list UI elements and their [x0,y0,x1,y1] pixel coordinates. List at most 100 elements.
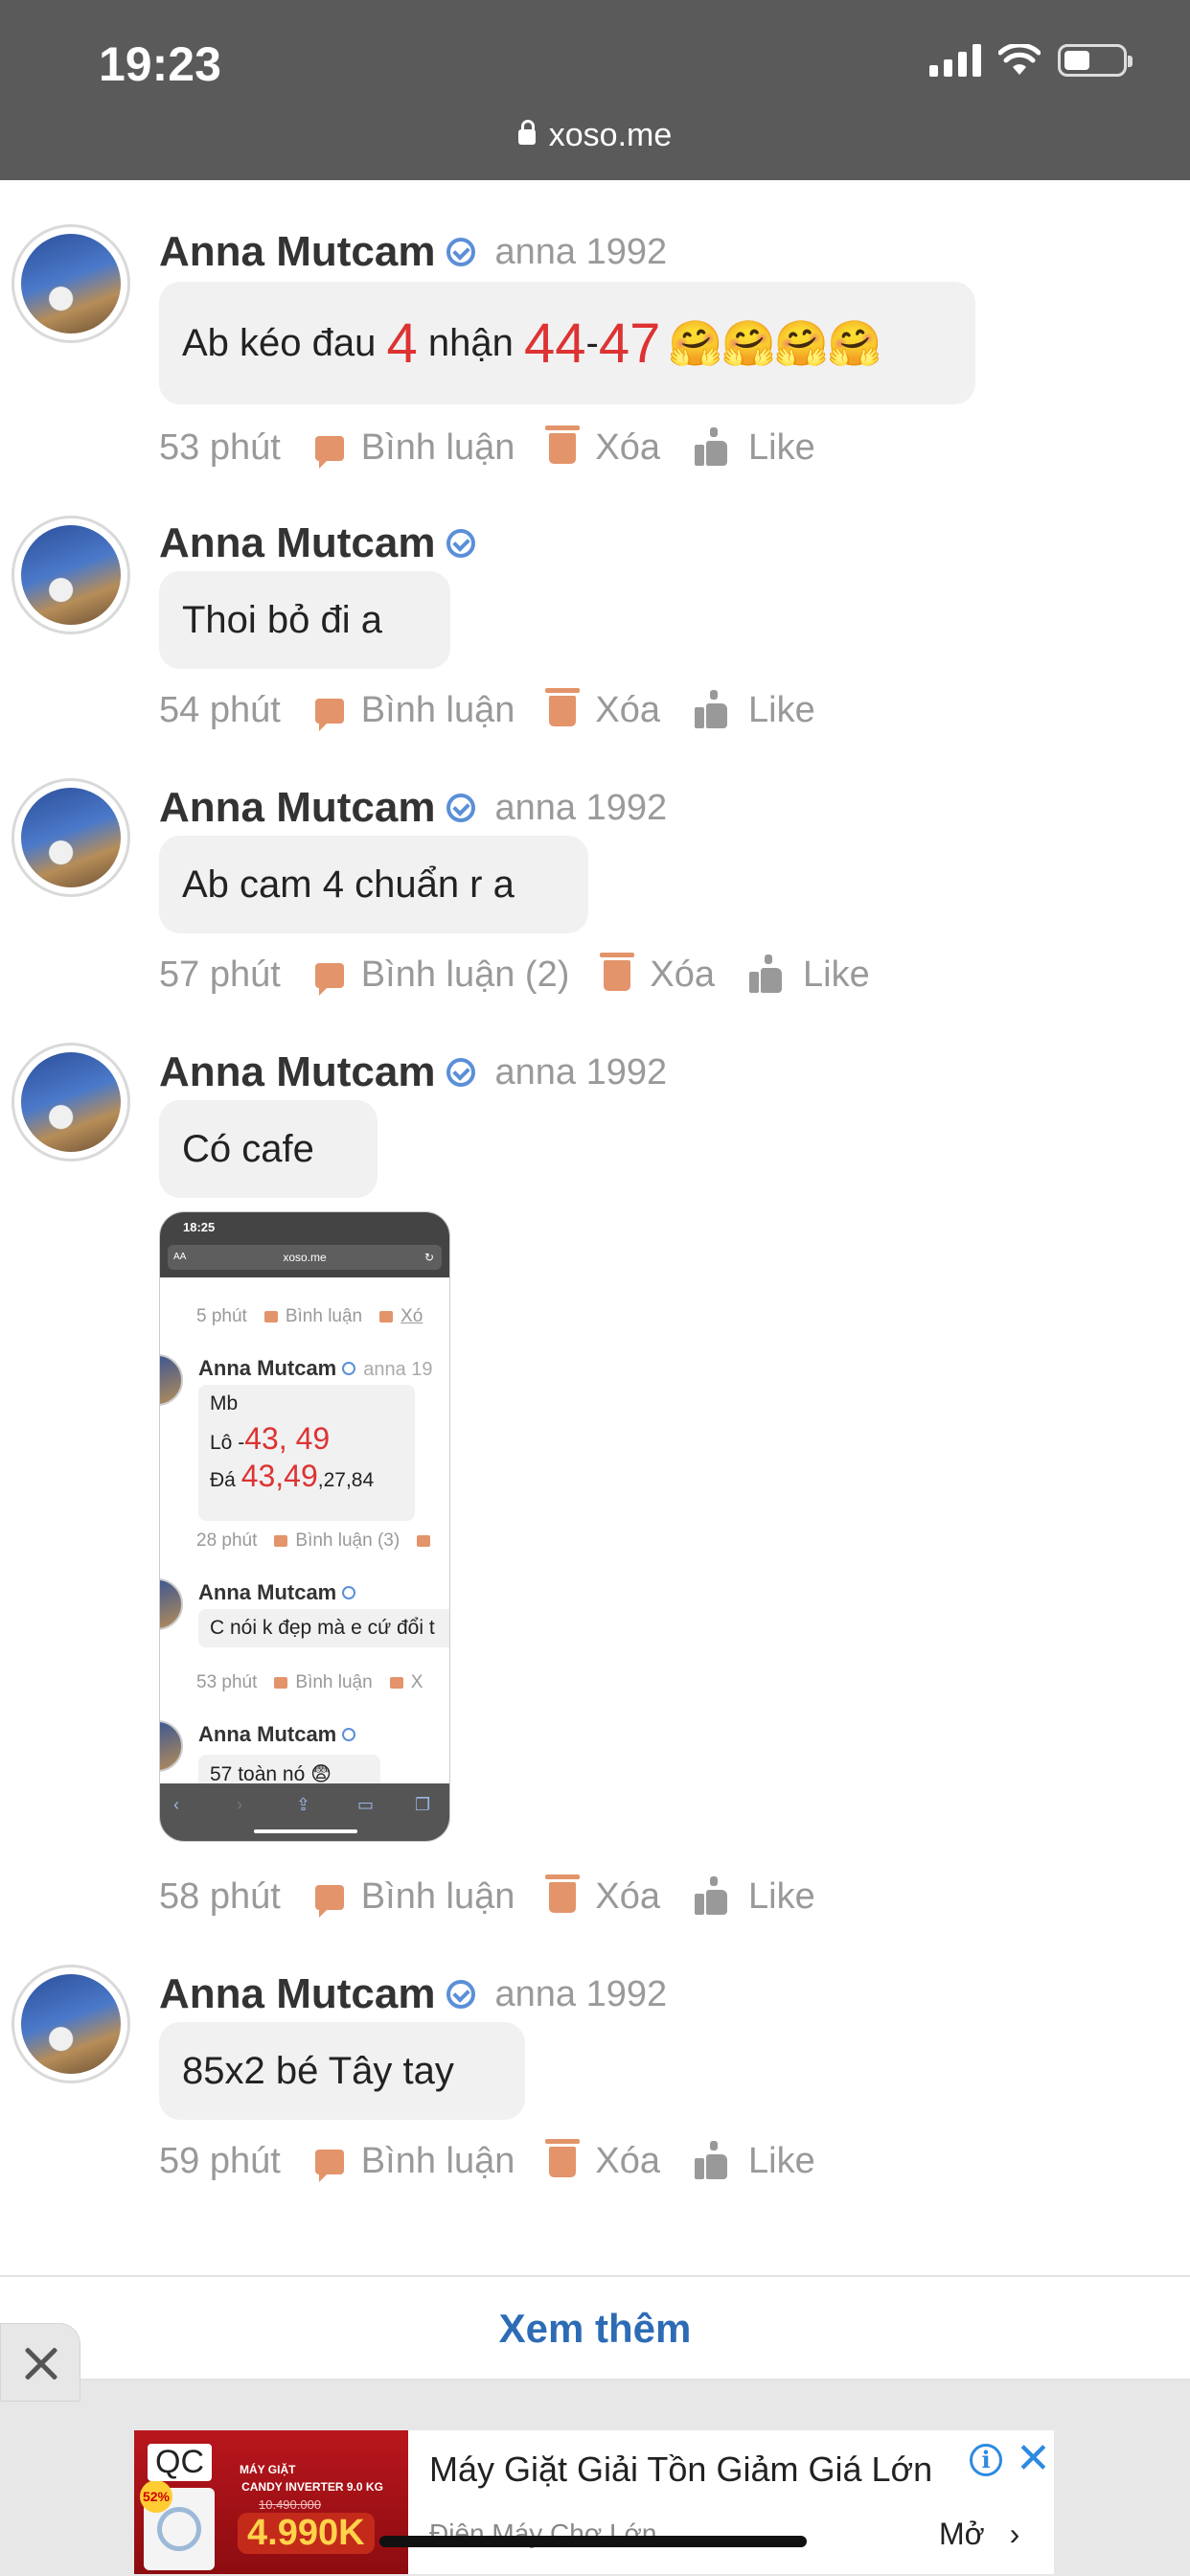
comment-text: Có cafe [182,1127,314,1170]
comment-icon [314,962,344,996]
like-button[interactable]: Like [695,2140,815,2182]
ad-close-icon[interactable]: ✕ [1016,2438,1051,2480]
trash-icon [545,425,581,464]
screenshot-delete-label: X [410,1672,423,1692]
delete-label: Xóa [650,954,715,995]
comment-bubble: Thoi bỏ đi a [159,571,450,669]
screenshot-text: ,27,84 [317,1469,375,1491]
author-name[interactable]: Anna Mutcam [159,1048,435,1096]
screenshot-actions: 5 phút Bình luận Xó [196,1306,423,1327]
like-button[interactable]: Like [695,1875,815,1918]
reply-button[interactable]: Bình luận (2) [314,954,570,996]
reply-label: Bình luận (2) [360,954,570,995]
comment-actions: 53 phút Bình luận Xóa Like [159,425,850,469]
delete-button[interactable]: Xóa [545,2138,660,2182]
reply-label: Bình luận [360,2141,515,2181]
cellular-signal-icon [929,44,981,77]
author-name[interactable]: Anna Mutcam [159,519,435,567]
avatar[interactable] [11,1043,130,1162]
ad-image-text: CANDY INVERTER 9.0 KG [241,2480,383,2494]
reply-button[interactable]: Bình luận [314,427,515,469]
screenshot-avatar [160,1720,183,1772]
verified-icon [446,794,476,822]
verified-icon [446,1058,476,1087]
share-icon: ⇪ [296,1795,311,1814]
verified-icon [446,1980,476,2009]
reply-button[interactable]: Bình luận [314,690,515,731]
ad-banner[interactable]: 52% QC MÁY GIẶT CANDY INVERTER 9.0 KG 10… [134,2430,1054,2574]
delete-button[interactable]: Xóa [600,952,715,996]
thumbs-up-icon [695,426,727,466]
like-button[interactable]: Like [695,426,815,469]
screenshot-avatar [160,1354,183,1406]
reply-button[interactable]: Bình luận [314,2141,515,2182]
trash-icon [545,2138,581,2177]
author-name[interactable]: Anna Mutcam [159,784,435,832]
load-more-button[interactable]: Xem thêm [0,2275,1190,2380]
like-button[interactable]: Like [749,954,870,996]
screenshot-author: Anna Mutcam anna 19 [198,1356,433,1380]
like-button[interactable]: Like [695,689,815,731]
lock-icon [517,120,536,145]
screenshot-author: Anna Mutcam [198,1722,356,1747]
comment-header: Anna Mutcam [159,519,476,567]
screenshot-timestamp: 28 phút [196,1530,258,1551]
highlight-number: 44 [523,311,586,375]
ad-info-icon[interactable]: i [970,2444,1002,2476]
ad-open-label: Mở [939,2517,985,2551]
delete-label: Xóa [595,427,660,468]
ad-old-price: 10.490.000 [259,2497,322,2512]
comment-bubble: 85x2 bé Tây tay [159,2022,525,2120]
reply-button[interactable]: Bình luận [314,1876,515,1918]
screenshot-bubble: C nói k đẹp mà e cứ đổi t [198,1609,449,1647]
delete-button[interactable]: Xóa [545,687,660,731]
emoji: 🤗🤗🤗🤗 [668,317,881,368]
comment-icon [314,2149,344,2182]
author-name[interactable]: Anna Mutcam [159,228,435,276]
avatar[interactable] [11,778,130,897]
screenshot-address-bar: AA xoso.me ↻ [168,1245,442,1270]
like-label: Like [748,690,815,730]
home-indicator [379,2536,807,2547]
screenshot-highlight: 43, 49 [244,1421,331,1456]
address-bar[interactable]: xoso.me [0,117,1190,154]
avatar[interactable] [11,1965,130,2083]
trash-icon [600,952,635,991]
wifi-icon [998,44,1041,75]
screenshot-delete-label: Xó [400,1306,423,1326]
battery-icon [1058,44,1133,77]
avatar[interactable] [11,224,130,343]
timestamp: 59 phút [159,2141,281,2181]
timestamp: 54 phút [159,690,281,730]
ad-open-button[interactable]: Mở › [939,2517,1019,2552]
delete-label: Xóa [595,1876,660,1917]
comment-text: Ab kéo đau [182,321,387,364]
screenshot-text: Đá [210,1469,241,1491]
comment-bubble: Ab kéo đau 4 nhận 44 - 47 🤗🤗🤗🤗 [159,282,975,404]
comment-icon [314,435,344,469]
timestamp: 58 phút [159,1876,281,1917]
like-label: Like [748,427,815,468]
ad-image[interactable]: 52% QC MÁY GIẶT CANDY INVERTER 9.0 KG 10… [134,2430,408,2574]
comment-actions: 58 phút Bình luận Xóa Like [159,1874,850,1918]
comment-actions: 54 phút Bình luận Xóa Like [159,687,850,731]
ad-title[interactable]: Máy Giặt Giải Tồn Giảm Giá Lớn [429,2450,932,2490]
trash-icon [545,1874,581,1913]
screenshot-reply-label: Bình luận [285,1306,363,1326]
author-name[interactable]: Anna Mutcam [159,1970,435,2018]
comment-header: Anna Mutcam anna 1992 [159,1048,667,1096]
attached-screenshot[interactable]: 18:25 AA xoso.me ↻ 5 phút Bình luận Xó Ann… [159,1211,450,1842]
screenshot-toolbar: ‹ › ⇪ ▭ ❐ [160,1783,449,1841]
screenshot-actions: 28 phút Bình luận (3) [196,1530,438,1552]
author-username: anna 1992 [494,1051,668,1092]
delete-button[interactable]: Xóa [545,425,660,469]
delete-button[interactable]: Xóa [545,1874,660,1918]
comment-header: Anna Mutcam anna 1992 [159,228,667,276]
screenshot-bubble: Mb Lô -43, 49 Đá 43,49,27,84 [198,1385,415,1521]
ad-price: 4.990K [238,2513,375,2554]
screenshot-reply-label: Bình luận [295,1672,373,1692]
comment-icon [314,698,344,731]
close-ad-icon[interactable] [0,2323,80,2402]
screenshot-timestamp: 53 phút [196,1672,258,1692]
avatar[interactable] [11,516,130,634]
